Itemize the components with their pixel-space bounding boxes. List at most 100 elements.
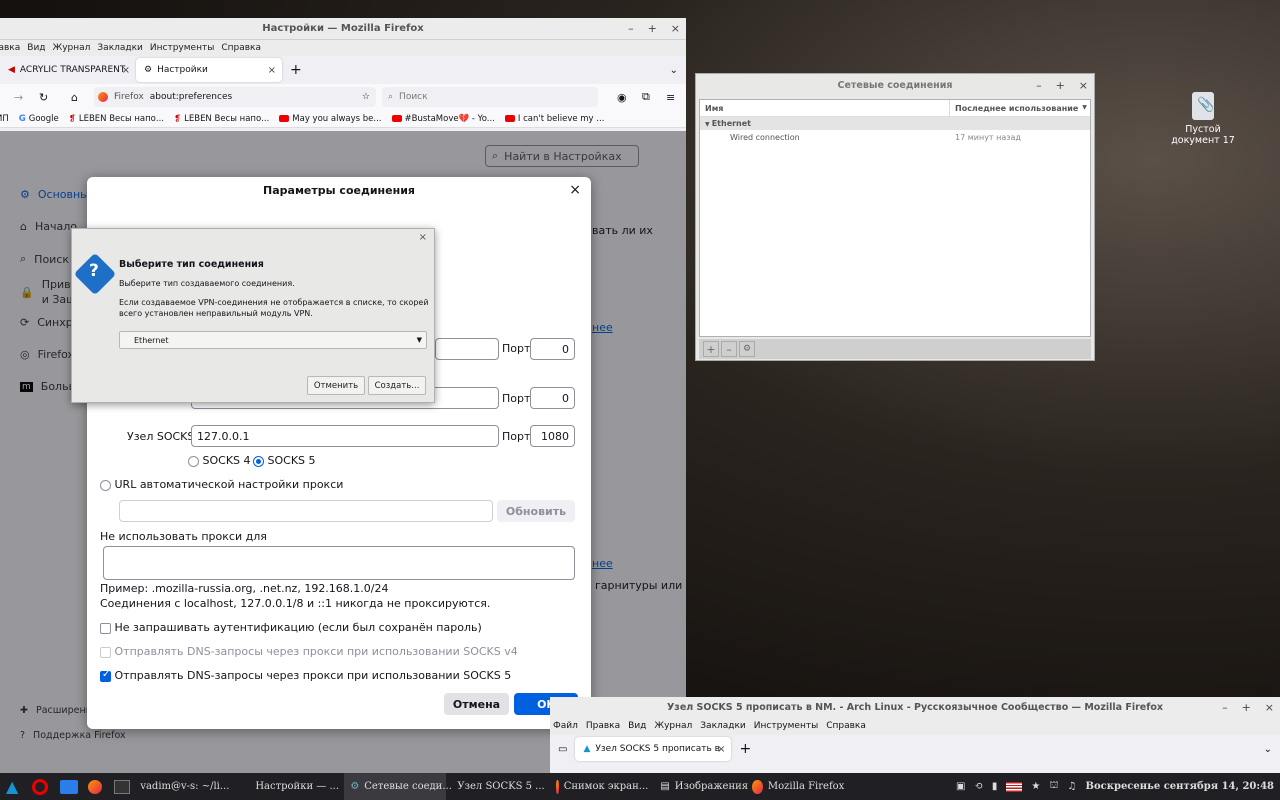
group-row[interactable]: ▼ Ethernet: [700, 117, 1090, 130]
menu-item[interactable]: Вид: [628, 721, 646, 731]
settings-icon[interactable]: ⚙: [739, 341, 755, 357]
star-icon[interactable]: ★: [1031, 781, 1040, 792]
socks4-radio[interactable]: SOCKS 4: [188, 454, 251, 467]
close-tab-icon[interactable]: ×: [268, 65, 276, 76]
create-button[interactable]: Создать...: [368, 376, 426, 395]
forward-icon[interactable]: →: [14, 91, 23, 104]
bookmark[interactable]: ❡ LEBEN Весы напо...: [174, 114, 269, 124]
minimize-icon[interactable]: –: [1222, 701, 1228, 714]
bookmark[interactable]: I can't believe my ...: [504, 114, 604, 124]
add-icon[interactable]: +: [703, 341, 719, 357]
remove-icon[interactable]: –: [721, 341, 737, 357]
tab-list-icon[interactable]: ⌄: [670, 65, 678, 76]
close-icon[interactable]: ×: [419, 232, 427, 243]
close-tab-icon[interactable]: ×: [717, 744, 725, 755]
radio-button[interactable]: [253, 455, 264, 467]
socks5-radio[interactable]: SOCKS 5: [253, 454, 316, 467]
menu-item[interactable]: Инструменты: [150, 43, 214, 53]
opera-icon[interactable]: [32, 778, 49, 795]
taskbar-item[interactable]: Mozilla Firefox: [746, 773, 850, 800]
search-input[interactable]: ⌕ Поиск: [382, 87, 598, 107]
new-tab-icon[interactable]: +: [739, 741, 751, 757]
home-icon[interactable]: ⌂: [71, 91, 78, 104]
dns-v4-checkbox[interactable]: Отправлять DNS-запросы через прокси при …: [100, 645, 518, 658]
http-port-input[interactable]: 0: [530, 338, 575, 360]
https-port-input[interactable]: 0: [530, 387, 575, 409]
reload-icon[interactable]: ↻: [39, 91, 48, 104]
cancel-button[interactable]: Отмена: [444, 693, 509, 715]
terminal-icon[interactable]: [114, 779, 131, 794]
bookmark[interactable]: ❡ LEBEN Весы напо...: [69, 114, 164, 124]
cancel-button[interactable]: Отменить: [307, 376, 365, 395]
maximize-icon[interactable]: +: [1056, 79, 1065, 92]
auto-config-url-input[interactable]: [119, 500, 493, 522]
taskbar-item[interactable]: ▤ Изображения: [654, 773, 748, 800]
close-tab-icon[interactable]: ×: [122, 65, 130, 76]
clock[interactable]: Воскресенье сентября 14, 20:48: [1086, 781, 1274, 792]
column-last-used[interactable]: Последнее использование: [950, 100, 1078, 116]
menu-icon[interactable]: ≡: [666, 91, 675, 104]
bookmark[interactable]: ИП: [0, 114, 9, 124]
firefox-icon[interactable]: [88, 779, 103, 794]
http-proxy-input[interactable]: [435, 338, 499, 360]
maximize-icon[interactable]: +: [1242, 701, 1251, 714]
maximize-icon[interactable]: +: [648, 22, 657, 35]
menu-item[interactable]: Справка: [826, 721, 866, 731]
connection-row[interactable]: Wired connection 17 минут назад: [700, 130, 1090, 146]
taskbar-item[interactable]: ⚙ Сетевые соеди...: [344, 773, 452, 800]
menu-item[interactable]: Файл: [553, 721, 578, 731]
updates-icon[interactable]: ⟲: [974, 781, 982, 792]
menu-item[interactable]: Правка: [586, 721, 620, 731]
clipboard-icon[interactable]: ▮: [992, 781, 998, 792]
tab-forum[interactable]: ▲ Узел SOCKS 5 прописать в ×: [575, 737, 732, 761]
socks-port-input[interactable]: 1080: [530, 425, 575, 447]
bookmark[interactable]: #BustaMove💔 - Yo...: [391, 114, 495, 124]
radio-button[interactable]: [100, 479, 111, 491]
tab-list-icon[interactable]: ⌄: [1264, 744, 1272, 755]
menu-item[interactable]: Инструменты: [754, 721, 818, 731]
reload-button[interactable]: Обновить: [497, 500, 575, 522]
bookmark[interactable]: May you always be...: [279, 114, 382, 124]
auto-config-radio[interactable]: URL автоматической настройки прокси: [100, 478, 343, 491]
music-icon[interactable]: ♫: [1068, 781, 1077, 792]
minimize-icon[interactable]: –: [1036, 79, 1042, 92]
tab-settings[interactable]: ⚙ Настройки ×: [136, 58, 282, 82]
menu-item[interactable]: Журнал: [654, 721, 692, 731]
desktop-icon[interactable]: 📎 Пустой документ 17: [1170, 92, 1236, 146]
checkbox[interactable]: [100, 646, 111, 658]
radio-button[interactable]: [188, 455, 199, 467]
taskbar-item[interactable]: Снимок экран...: [550, 773, 654, 800]
dns-socks5-checkbox[interactable]: Отправлять DNS-запросы через прокси при …: [100, 669, 511, 682]
menu-item[interactable]: Справка: [221, 43, 261, 53]
taskbar-item[interactable]: Узел SOCKS 5 ...: [446, 773, 550, 800]
minimize-icon[interactable]: –: [628, 22, 634, 35]
account-icon[interactable]: ◉: [617, 91, 627, 104]
socks-host-input[interactable]: 127.0.0.1: [191, 425, 499, 447]
column-name[interactable]: Имя: [700, 100, 950, 116]
menu-item[interactable]: Правка: [0, 43, 20, 53]
files-icon[interactable]: [60, 779, 79, 794]
close-icon[interactable]: ×: [569, 182, 581, 198]
menu-item[interactable]: Закладки: [700, 721, 746, 731]
no-proxy-textarea[interactable]: [103, 546, 575, 580]
close-icon[interactable]: ×: [671, 22, 680, 35]
menu-item[interactable]: Вид: [27, 43, 45, 53]
bookmark[interactable]: G Google: [19, 114, 59, 124]
close-icon[interactable]: ×: [1079, 79, 1088, 92]
tab-overview-icon[interactable]: ▭: [558, 744, 567, 755]
close-icon[interactable]: ×: [1265, 701, 1274, 714]
screenshot-icon[interactable]: ▣: [956, 781, 965, 792]
menu-item[interactable]: Закладки: [97, 43, 143, 53]
arch-menu-icon[interactable]: ▲: [6, 777, 18, 796]
network-tray-icon[interactable]: ⛫: [1049, 780, 1058, 793]
new-tab-icon[interactable]: +: [290, 62, 302, 78]
connection-type-select[interactable]: Ethernet ▼: [119, 331, 427, 349]
checkbox[interactable]: [100, 622, 111, 634]
menu-item[interactable]: Журнал: [53, 43, 91, 53]
taskbar-item[interactable]: vadim@v-s: ~/li...: [134, 773, 244, 800]
auth-checkbox[interactable]: Не запрашивать аутентификацию (если был …: [100, 621, 482, 634]
tab-acrylic[interactable]: ◀ ACRYLIC TRANSPARENT ×: [0, 58, 136, 82]
extensions-icon[interactable]: ⧉: [642, 90, 650, 104]
us-flag-icon[interactable]: [1006, 781, 1023, 792]
checkbox[interactable]: [100, 669, 111, 682]
